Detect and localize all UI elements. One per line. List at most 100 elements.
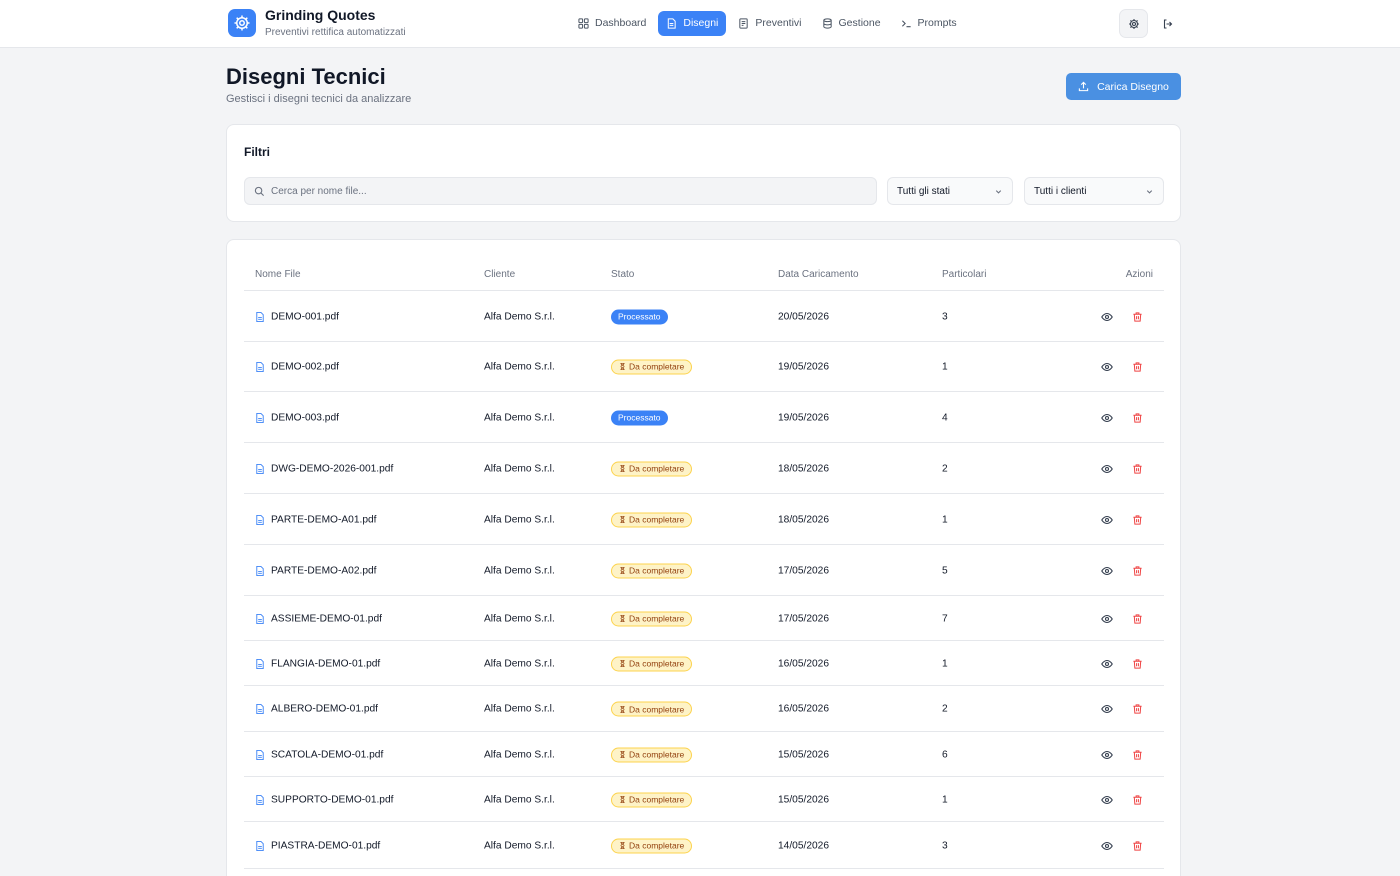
header-parts: Particolari xyxy=(942,269,987,280)
status-cell: Da completare xyxy=(611,747,693,762)
view-button[interactable] xyxy=(1101,565,1113,577)
settings-button[interactable] xyxy=(1119,9,1148,38)
eye-icon xyxy=(1101,515,1113,524)
document-icon xyxy=(739,17,749,29)
page-subtitle: Gestisci i disegni tecnici da analizzare xyxy=(226,93,412,105)
client-name: Alfa Demo S.r.l. xyxy=(484,794,555,805)
view-button[interactable] xyxy=(1101,749,1113,761)
file-name-cell: DEMO-001.pdf xyxy=(255,311,339,322)
table-row: DEMO-002.pdf Alfa Demo S.r.l. Da completar… xyxy=(244,342,1164,392)
eye-icon xyxy=(1101,614,1113,623)
file-name-cell: SUPPORTO-DEMO-01.pdf xyxy=(255,794,393,805)
status-badge-label: Da completare xyxy=(629,794,685,805)
delete-button[interactable] xyxy=(1132,704,1143,715)
delete-button[interactable] xyxy=(1132,794,1143,805)
view-button[interactable] xyxy=(1101,361,1113,373)
view-button[interactable] xyxy=(1101,412,1113,424)
upload-date: 19/05/2026 xyxy=(778,412,829,423)
file-name: ALBERO-DEMO-01.pdf xyxy=(271,703,379,715)
file-name: DEMO-001.pdf xyxy=(271,311,339,322)
upload-date: 14/05/2026 xyxy=(778,840,829,851)
file-icon xyxy=(256,311,264,322)
delete-button[interactable] xyxy=(1132,311,1143,322)
file-name-cell: PARTE-DEMO-A02.pdf xyxy=(255,565,377,576)
hourglass-icon xyxy=(620,659,625,668)
upload-icon xyxy=(1078,81,1089,92)
table-row: FLANGIA-DEMO-01.pdf Alfa Demo S.r.l. Da co… xyxy=(244,642,1164,686)
delete-button[interactable] xyxy=(1132,514,1143,525)
parts-count: 1 xyxy=(942,794,948,805)
nav-prompts[interactable]: Prompts xyxy=(893,11,965,36)
client-name: Alfa Demo S.r.l. xyxy=(484,463,555,474)
parts-count: 3 xyxy=(942,311,948,322)
view-button[interactable] xyxy=(1101,703,1113,715)
view-button[interactable] xyxy=(1101,514,1113,526)
status-badge: Da completare xyxy=(611,792,693,807)
file-name-cell: SCATOLA-DEMO-01.pdf xyxy=(255,749,383,760)
header-client: Cliente xyxy=(484,269,516,280)
parts-count: 1 xyxy=(942,514,948,525)
delete-button[interactable] xyxy=(1132,361,1143,372)
status-filter-value: Tutti gli stati xyxy=(897,185,950,197)
status-cell: Da completare xyxy=(611,461,693,476)
delete-button[interactable] xyxy=(1132,463,1143,474)
header-file: Nome File xyxy=(255,269,301,280)
table-row: DEMO-003.pdf Alfa Demo S.r.l. Processato 19… xyxy=(244,393,1164,443)
trash-icon xyxy=(1133,613,1142,624)
search-input[interactable] xyxy=(271,185,861,197)
eye-icon xyxy=(1101,464,1113,473)
view-button[interactable] xyxy=(1101,613,1113,625)
view-button[interactable] xyxy=(1101,463,1113,475)
eye-icon xyxy=(1101,566,1113,575)
view-button[interactable] xyxy=(1101,311,1113,323)
client-name: Alfa Demo S.r.l. xyxy=(484,749,555,760)
parts-count: 7 xyxy=(942,613,948,624)
parts-count: 1 xyxy=(942,658,948,669)
eye-icon xyxy=(1101,795,1113,804)
drawings-table-card: Nome File Cliente Stato Data Caricamento… xyxy=(226,239,1181,876)
parts-count: 3 xyxy=(942,840,948,851)
trash-icon xyxy=(1133,514,1142,525)
status-cell: Da completare xyxy=(611,701,693,717)
status-badge: Da completare xyxy=(611,838,693,853)
table-row: ALBERO-DEMO-01.pdf Alfa Demo S.r.l. Da com… xyxy=(244,687,1164,732)
status-badge: Processato xyxy=(611,410,668,425)
file-name: ASSIEME-DEMO-01.pdf xyxy=(271,613,382,624)
table-row: SCATOLA-DEMO-01.pdf Alfa Demo S.r.l. Da co… xyxy=(244,733,1164,777)
delete-button[interactable] xyxy=(1132,658,1143,669)
upload-date: 17/05/2026 xyxy=(778,565,829,576)
app-subtitle: Preventivi rettifica automatizzati xyxy=(265,27,406,38)
trash-icon xyxy=(1133,412,1142,423)
view-button[interactable] xyxy=(1101,658,1113,670)
delete-button[interactable] xyxy=(1132,749,1143,760)
upload-drawing-button[interactable]: Carica Disegno xyxy=(1066,73,1181,100)
filters-card: Filtri Tutti gli stati Tutti i clienti xyxy=(226,124,1181,222)
page-title: Disegni Tecnici xyxy=(226,64,386,89)
status-badge: Da completare xyxy=(611,701,693,717)
status-filter-select[interactable]: Tutti gli stati xyxy=(887,177,1013,205)
delete-button[interactable] xyxy=(1132,565,1143,576)
logout-button[interactable] xyxy=(1153,9,1182,38)
client-filter-select[interactable]: Tutti i clienti xyxy=(1024,177,1164,205)
view-button[interactable] xyxy=(1101,840,1113,852)
status-badge-label: Da completare xyxy=(629,463,685,474)
nav-dashboard[interactable]: Dashboard xyxy=(570,11,654,36)
nav-gestione[interactable]: Gestione xyxy=(814,11,889,36)
chevron-down-icon xyxy=(995,189,1002,194)
gear-logo-icon xyxy=(228,9,256,37)
upload-date: 16/05/2026 xyxy=(778,658,829,669)
client-name: Alfa Demo S.r.l. xyxy=(484,565,555,576)
delete-button[interactable] xyxy=(1132,613,1143,624)
nav-preventivi[interactable]: Preventivi xyxy=(730,11,809,36)
nav-disegni[interactable]: Disegni xyxy=(658,10,727,36)
view-button[interactable] xyxy=(1101,794,1113,806)
delete-button[interactable] xyxy=(1132,412,1143,423)
delete-button[interactable] xyxy=(1132,840,1143,851)
upload-date: 20/05/2026 xyxy=(778,311,829,322)
upload-date: 18/05/2026 xyxy=(778,463,829,474)
eye-icon xyxy=(1101,704,1113,714)
nav-disegni-label: Disegni xyxy=(683,17,719,29)
header-date: Data Caricamento xyxy=(778,269,859,280)
status-cell: Da completare xyxy=(611,656,693,671)
table-row: PARTE-DEMO-A01.pdf Alfa Demo S.r.l. Da com… xyxy=(244,495,1164,545)
